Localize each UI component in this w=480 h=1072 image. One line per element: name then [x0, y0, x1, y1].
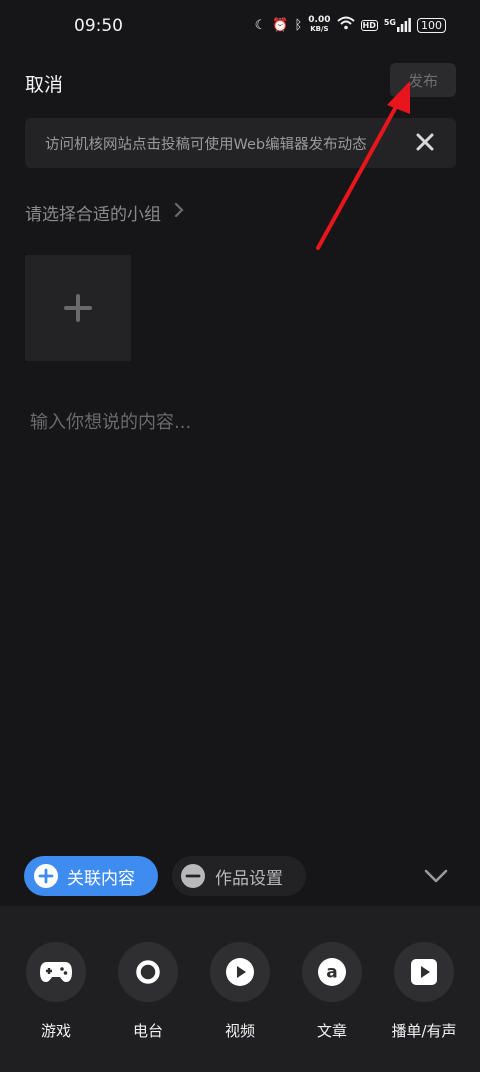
- works-settings-label: 作品设置: [215, 868, 283, 889]
- tool-game[interactable]: 游戏: [16, 942, 96, 1041]
- tool-label: 电台: [132, 1022, 163, 1040]
- bluetooth-icon: ᛒ: [294, 17, 303, 33]
- banner-text: 访问机核网站点击投稿可使用Web编辑器发布动态: [45, 137, 367, 153]
- signal-icon: 5G: [384, 18, 411, 32]
- status-icons: ☾ ⏰ ᛒ 0.00 KB/S HD 5G 100: [255, 16, 446, 34]
- plus-circle-icon: [34, 864, 58, 888]
- chevron-down-icon[interactable]: [422, 862, 450, 890]
- net-speed: 0.00 KB/S: [308, 16, 330, 34]
- status-time: 09:50: [74, 16, 123, 36]
- net-speed-value: 0.00: [308, 15, 331, 25]
- wifi-icon: [336, 16, 355, 34]
- cancel-button[interactable]: 取消: [25, 70, 63, 97]
- tool-label: 视频: [224, 1022, 255, 1040]
- plus-icon: [64, 294, 92, 322]
- article-a-icon: a: [302, 942, 362, 1002]
- link-content-button[interactable]: 关联内容: [24, 856, 158, 896]
- tool-label: 播单/有声: [391, 1022, 457, 1040]
- tool-panel: 游戏 电台 视频 a 文章 播单/有声: [0, 906, 480, 1072]
- minus-circle-icon: [181, 864, 205, 888]
- content-input[interactable]: [30, 402, 450, 442]
- tool-label: 游戏: [40, 1022, 71, 1040]
- group-selector[interactable]: 请选择合适的小组: [25, 200, 185, 225]
- alarm-icon: ⏰: [272, 17, 289, 33]
- add-image-button[interactable]: [25, 255, 131, 361]
- battery-indicator: 100: [417, 17, 446, 33]
- close-icon[interactable]: [412, 129, 438, 155]
- chevron-right-icon: [173, 202, 185, 223]
- svg-text:a: a: [326, 963, 337, 983]
- video-play-icon: [210, 942, 270, 1002]
- publish-button[interactable]: 发布: [390, 63, 456, 97]
- tool-article[interactable]: a 文章: [292, 942, 372, 1041]
- works-settings-button[interactable]: 作品设置: [172, 856, 306, 896]
- web-editor-banner: 访问机核网站点击投稿可使用Web编辑器发布动态: [25, 118, 456, 168]
- playlist-icon: [394, 942, 454, 1002]
- moon-icon: ☾: [254, 17, 267, 33]
- radio-icon: [118, 942, 178, 1002]
- group-selector-label: 请选择合适的小组: [25, 205, 161, 225]
- hd-badge: HD: [360, 19, 378, 31]
- tool-label: 文章: [316, 1022, 347, 1040]
- tool-video[interactable]: 视频: [200, 942, 280, 1041]
- net-speed-unit: KB/S: [310, 25, 329, 33]
- gamepad-icon: [26, 942, 86, 1002]
- signal-label: 5G: [383, 18, 396, 27]
- tool-radio[interactable]: 电台: [108, 942, 188, 1041]
- link-content-label: 关联内容: [67, 868, 135, 889]
- tool-playlist[interactable]: 播单/有声: [384, 942, 464, 1041]
